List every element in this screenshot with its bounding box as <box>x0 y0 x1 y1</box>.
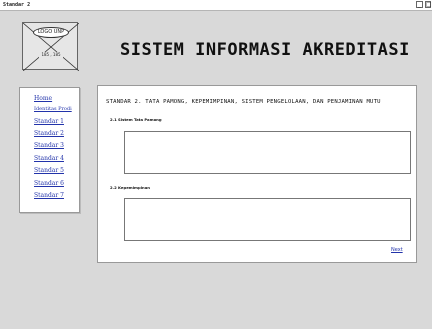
section-label-tata-pamong: 2.1 Sistem Tata Pamong <box>110 117 162 122</box>
logo-placeholder: LOGO UNP 185 , 185 <box>22 22 79 71</box>
maximize-icon[interactable]: □ <box>425 1 432 8</box>
app-title: SISTEM INFORMASI AKREDITASI <box>120 40 410 60</box>
minimize-icon[interactable]: _ <box>416 1 423 8</box>
logo-label: LOGO UNP <box>33 27 69 38</box>
window-titlebar: Standar 2 _ □ <box>0 0 432 11</box>
kepemimpinan-textarea[interactable] <box>124 198 411 241</box>
sidebar-item-identitas-prodi[interactable]: Identitas Prodi <box>34 106 72 112</box>
sidebar-item-standar-6[interactable]: Standar 6 <box>34 180 64 187</box>
sidebar-item-standar-5[interactable]: Standar 5 <box>34 167 64 174</box>
page-heading: STANDAR 2. TATA PAMONG, KEPEMIMPINAN, SI… <box>106 99 381 105</box>
section-label-kepemimpinan: 2.2 Kepemimpinan <box>110 185 150 190</box>
sidebar-item-standar-2[interactable]: Standar 2 <box>34 130 64 137</box>
sidebar-item-home[interactable]: Home <box>34 95 52 102</box>
sidebar-nav: Home Identitas Prodi Standar 1 Standar 2… <box>19 87 80 213</box>
next-link[interactable]: Next <box>391 247 403 253</box>
sidebar-item-standar-1[interactable]: Standar 1 <box>34 118 64 125</box>
logo-size: 185 , 185 <box>39 52 63 58</box>
tata-pamong-textarea[interactable] <box>124 131 411 174</box>
sidebar-item-standar-7[interactable]: Standar 7 <box>34 192 64 199</box>
main-panel: STANDAR 2. TATA PAMONG, KEPEMIMPINAN, SI… <box>97 85 417 263</box>
sidebar-item-standar-4[interactable]: Standar 4 <box>34 155 64 162</box>
window-title: Standar 2 <box>3 2 31 8</box>
sidebar-item-standar-3[interactable]: Standar 3 <box>34 142 64 149</box>
